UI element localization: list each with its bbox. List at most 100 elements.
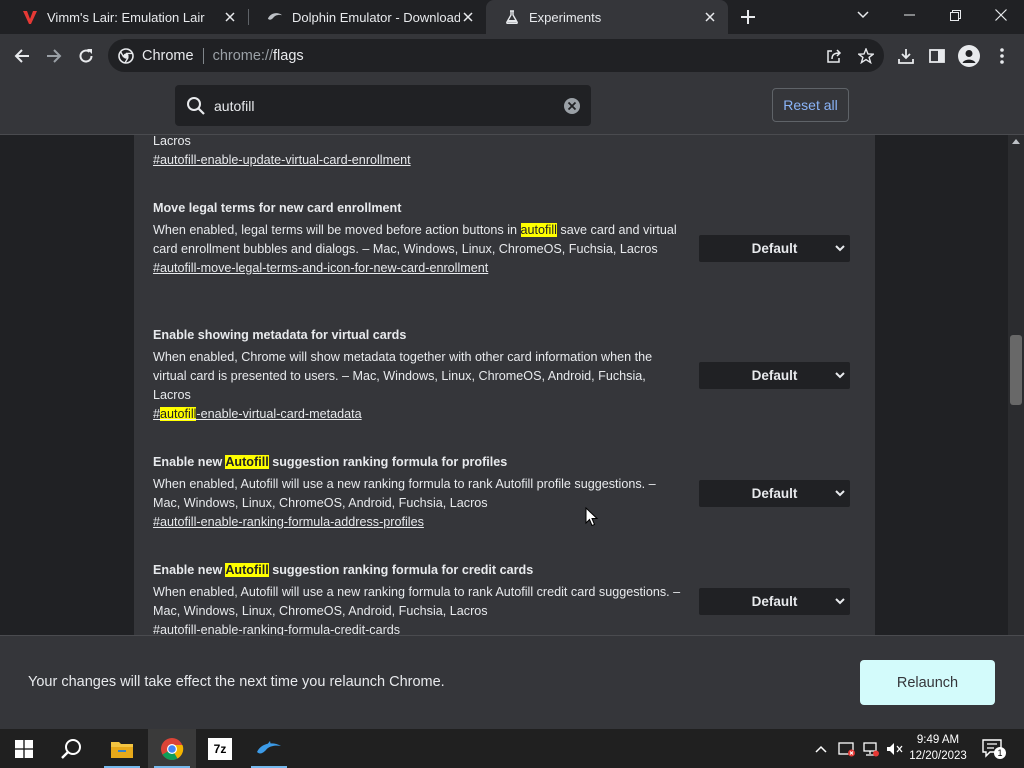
relaunch-bar: Your changes will take effect the next t… bbox=[0, 635, 1024, 729]
reset-all-button[interactable]: Reset all bbox=[772, 88, 849, 122]
omnibox-divider bbox=[202, 47, 204, 64]
tab-search-button[interactable] bbox=[840, 0, 886, 30]
tab-strip: Vimm's Lair: Emulation Lair Dolphin Emul… bbox=[0, 0, 1024, 34]
flag-description: When enabled, Autofill will use a new ra… bbox=[153, 477, 656, 510]
flag-entry-virtual-card-metadata: Enable showing metadata for virtual card… bbox=[153, 326, 683, 424]
flag-description: Lacros bbox=[153, 135, 191, 148]
scroll-up-arrow-icon[interactable] bbox=[1012, 139, 1020, 144]
flags-header: autofill Reset all bbox=[0, 78, 1024, 135]
tab-title: Dolphin Emulator - Download bbox=[292, 9, 460, 25]
flag-entry-ranking-formula-profiles: Enable new Autofill suggestion ranking f… bbox=[153, 453, 683, 532]
reload-button[interactable] bbox=[71, 41, 101, 71]
scrollbar-thumb[interactable] bbox=[1010, 335, 1022, 405]
flag-state-select[interactable]: Default bbox=[699, 235, 850, 262]
search-highlight: autofill bbox=[520, 223, 557, 237]
close-tab-icon[interactable] bbox=[702, 9, 718, 25]
search-value: autofill bbox=[214, 97, 255, 114]
dolphin-taskbar-button[interactable] bbox=[245, 729, 293, 768]
flag-description: When enabled, Chrome will show metadata … bbox=[153, 350, 653, 402]
tab-vimms-lair[interactable]: Vimm's Lair: Emulation Lair bbox=[4, 0, 248, 34]
flag-title: Move legal terms for new card enrollment bbox=[153, 201, 402, 215]
7zip-taskbar-button[interactable]: 7z bbox=[196, 729, 244, 768]
url-host: flags bbox=[273, 47, 304, 64]
defender-tray-icon[interactable] bbox=[838, 729, 856, 768]
flag-title: Enable new Autofill suggestion ranking f… bbox=[153, 455, 508, 469]
flask-icon bbox=[504, 9, 520, 25]
flag-anchor-link[interactable]: #autofill-enable-virtual-card-metadata bbox=[153, 405, 683, 424]
show-hidden-icons-button[interactable] bbox=[815, 729, 827, 768]
address-bar[interactable]: Chrome chrome://flags bbox=[108, 39, 884, 72]
tab-title: Vimm's Lair: Emulation Lair bbox=[47, 9, 205, 25]
page-scrollbar[interactable] bbox=[1008, 135, 1024, 635]
tab-title: Experiments bbox=[529, 9, 602, 25]
dolphin-logo-icon bbox=[257, 740, 281, 753]
search-highlight: autofill bbox=[160, 407, 197, 421]
flag-description: When enabled, legal terms will be moved … bbox=[153, 223, 677, 256]
site-name-chip: Chrome bbox=[142, 47, 194, 64]
tab-dolphin-emulator[interactable]: Dolphin Emulator - Download bbox=[249, 0, 486, 34]
side-panel-button[interactable] bbox=[922, 41, 952, 71]
flag-entry-ranking-formula-credit-cards: Enable new Autofill suggestion ranking f… bbox=[153, 561, 683, 635]
relaunch-message: Your changes will take effect the next t… bbox=[28, 674, 445, 690]
flags-search-input[interactable]: autofill bbox=[175, 85, 591, 126]
flag-state-select[interactable]: Default bbox=[699, 362, 850, 389]
flag-anchor-link[interactable]: #autofill-move-legal-terms-and-icon-for-… bbox=[153, 259, 683, 278]
relaunch-button[interactable]: Relaunch bbox=[860, 660, 995, 705]
vimms-lair-logo-icon bbox=[22, 9, 38, 25]
restore-button[interactable] bbox=[932, 0, 978, 30]
chevron-down-icon bbox=[835, 245, 845, 252]
clock-date: 12/20/2023 bbox=[909, 750, 967, 762]
7zip-icon: 7z bbox=[208, 737, 232, 760]
back-button[interactable] bbox=[7, 41, 37, 71]
network-tray-icon[interactable] bbox=[862, 729, 880, 768]
downloads-button[interactable] bbox=[891, 41, 921, 71]
windows-logo-icon bbox=[15, 739, 33, 758]
more-menu-icon[interactable] bbox=[987, 41, 1017, 71]
chrome-logo-icon bbox=[161, 737, 184, 760]
bookmark-star-button[interactable] bbox=[851, 41, 881, 71]
share-button[interactable] bbox=[819, 41, 849, 71]
minimize-button[interactable] bbox=[886, 0, 932, 30]
flags-list-panel: Lacros #autofill-enable-update-virtual-c… bbox=[134, 135, 875, 635]
clear-search-icon[interactable] bbox=[563, 97, 581, 115]
chrome-taskbar-button[interactable] bbox=[148, 729, 196, 768]
flag-state-select[interactable]: Default bbox=[699, 588, 850, 615]
flag-anchor-link[interactable]: #autofill-enable-ranking-formula-credit-… bbox=[153, 621, 683, 635]
file-explorer-taskbar-button[interactable] bbox=[98, 729, 146, 768]
forward-button[interactable] bbox=[39, 41, 69, 71]
notification-count-badge: 1 bbox=[994, 747, 1006, 759]
folder-icon bbox=[111, 741, 133, 758]
flag-entry-move-legal-terms: Move legal terms for new card enrollment… bbox=[153, 199, 683, 278]
notification-center-button[interactable]: 1 bbox=[982, 739, 1006, 759]
clock-time: 9:49 AM bbox=[916, 734, 960, 746]
flag-entry-partial: Lacros #autofill-enable-update-virtual-c… bbox=[153, 135, 683, 170]
flag-anchor-link[interactable]: #autofill-enable-update-virtual-card-enr… bbox=[153, 151, 683, 170]
close-tab-icon[interactable] bbox=[460, 9, 476, 25]
chevron-down-icon bbox=[835, 598, 845, 605]
search-taskbar-button[interactable] bbox=[48, 729, 96, 768]
chevron-down-icon bbox=[835, 490, 845, 497]
dolphin-logo-icon bbox=[267, 9, 283, 25]
url-scheme: chrome:// bbox=[212, 47, 274, 64]
new-tab-button[interactable] bbox=[733, 2, 763, 32]
flag-anchor-link[interactable]: #autofill-enable-ranking-formula-address… bbox=[153, 513, 683, 532]
search-icon bbox=[61, 738, 81, 759]
flag-state-select[interactable]: Default bbox=[699, 480, 850, 507]
flag-title: Enable new Autofill suggestion ranking f… bbox=[153, 563, 534, 577]
profile-avatar[interactable] bbox=[954, 41, 984, 71]
windows-taskbar: 7z 9:49 AM 12/20/2023 1 bbox=[0, 729, 1024, 768]
tab-experiments[interactable]: Experiments bbox=[486, 0, 728, 34]
flag-title: Enable showing metadata for virtual card… bbox=[153, 328, 407, 342]
close-window-button[interactable] bbox=[978, 0, 1024, 30]
mouse-cursor-icon bbox=[585, 507, 599, 527]
browser-toolbar: Chrome chrome://flags bbox=[0, 34, 1024, 78]
taskbar-clock[interactable]: 9:49 AM 12/20/2023 bbox=[898, 732, 978, 764]
chevron-down-icon bbox=[835, 372, 845, 379]
search-icon bbox=[186, 96, 206, 116]
chrome-logo-icon bbox=[118, 47, 134, 64]
start-button[interactable] bbox=[0, 729, 48, 768]
close-tab-icon[interactable] bbox=[222, 9, 238, 25]
flag-description: When enabled, Autofill will use a new ra… bbox=[153, 585, 681, 618]
chevron-up-icon bbox=[815, 745, 827, 753]
search-highlight: Autofill bbox=[225, 563, 269, 577]
